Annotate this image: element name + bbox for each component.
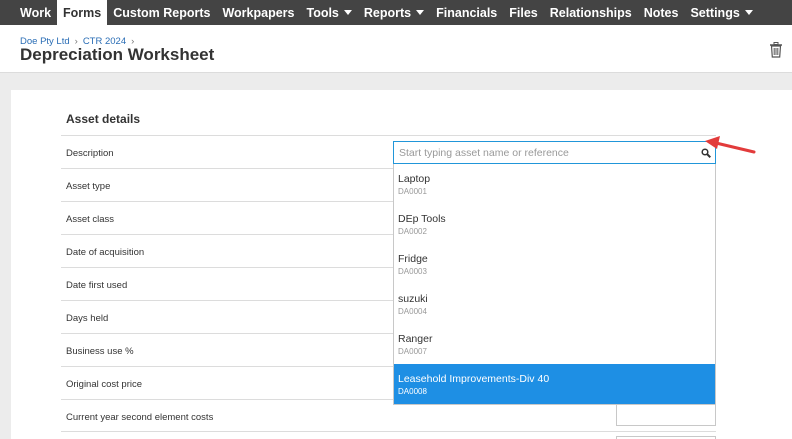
field-label: Date of acquisition bbox=[66, 247, 145, 258]
asset-dropdown: Laptop DA0001 DEp Tools DA0002 Fridge DA… bbox=[393, 164, 716, 405]
nav-label: Custom Reports bbox=[113, 5, 211, 20]
dropdown-option-selected[interactable]: Leasehold Improvements-Div 40 DA0008 bbox=[394, 364, 715, 404]
page-title: Depreciation Worksheet bbox=[20, 45, 215, 64]
nav-label: Workpapers bbox=[222, 5, 295, 20]
field-label: Asset class bbox=[66, 214, 115, 225]
nav-tools[interactable]: Tools bbox=[300, 0, 357, 25]
trash-icon[interactable] bbox=[769, 42, 783, 58]
dropdown-option[interactable]: suzuki DA0004 bbox=[394, 284, 715, 324]
nav-label: Work bbox=[20, 5, 52, 20]
caret-down-icon bbox=[744, 10, 753, 15]
top-nav: Work Forms Custom Reports Workpapers Too… bbox=[0, 0, 792, 25]
nav-notes[interactable]: Notes bbox=[638, 0, 685, 25]
nav-financials[interactable]: Financials bbox=[430, 0, 503, 25]
option-code: DA0007 bbox=[398, 347, 427, 356]
asset-search-box bbox=[393, 141, 716, 164]
caret-down-icon bbox=[343, 10, 352, 15]
option-name: suzuki bbox=[398, 293, 428, 305]
nav-files[interactable]: Files bbox=[503, 0, 544, 25]
dropdown-option[interactable]: Fridge DA0003 bbox=[394, 244, 715, 284]
dropdown-option[interactable]: Laptop DA0001 bbox=[394, 164, 715, 204]
field-label: Description bbox=[66, 148, 114, 159]
option-name: Laptop bbox=[398, 173, 431, 185]
nav-settings[interactable]: Settings bbox=[684, 0, 758, 25]
nav-label: Settings bbox=[690, 5, 740, 20]
nav-custom-reports[interactable]: Custom Reports bbox=[107, 0, 216, 25]
option-name: Leasehold Improvements-Div 40 bbox=[398, 373, 550, 385]
option-name: DEp Tools bbox=[398, 213, 446, 225]
dropdown-option[interactable]: DEp Tools DA0002 bbox=[394, 204, 715, 244]
asset-search-input[interactable] bbox=[394, 142, 715, 163]
option-code: DA0002 bbox=[398, 227, 427, 236]
nav-reports[interactable]: Reports bbox=[358, 0, 430, 25]
option-code: DA0008 bbox=[398, 387, 427, 396]
option-code: DA0001 bbox=[398, 187, 427, 196]
page-header: Doe Pty Ltd › CTR 2024 › Depreciation Wo… bbox=[0, 25, 792, 73]
nav-label: Notes bbox=[643, 5, 679, 20]
nav-label: Tools bbox=[306, 5, 339, 20]
field-label: Business use % bbox=[66, 346, 134, 357]
option-name: Fridge bbox=[398, 253, 428, 265]
caret-down-icon bbox=[416, 10, 425, 15]
option-name: Ranger bbox=[398, 333, 433, 345]
option-code: DA0004 bbox=[398, 307, 427, 316]
nav-relationships[interactable]: Relationships bbox=[544, 0, 638, 25]
nav-workpapers[interactable]: Workpapers bbox=[216, 0, 300, 25]
dropdown-option[interactable]: Ranger DA0007 bbox=[394, 324, 715, 364]
nav-label: Financials bbox=[436, 5, 498, 20]
nav-label: Relationships bbox=[549, 5, 632, 20]
option-code: DA0003 bbox=[398, 267, 427, 276]
second-element-costs-input[interactable] bbox=[616, 404, 716, 426]
nav-label: Forms bbox=[63, 5, 102, 20]
field-label: Asset type bbox=[66, 181, 111, 192]
field-label: Days held bbox=[66, 313, 109, 324]
nav-label: Files bbox=[509, 5, 538, 20]
nav-work[interactable]: Work bbox=[14, 0, 57, 25]
nav-forms[interactable]: Forms bbox=[57, 0, 108, 25]
field-label: Date first used bbox=[66, 280, 128, 291]
field-label: Current year second element costs bbox=[66, 412, 214, 423]
annotation-arrow-icon bbox=[705, 136, 756, 154]
section-title: Asset details bbox=[66, 112, 141, 126]
nav-label: Reports bbox=[363, 5, 412, 20]
field-label: Original cost price bbox=[66, 379, 143, 390]
